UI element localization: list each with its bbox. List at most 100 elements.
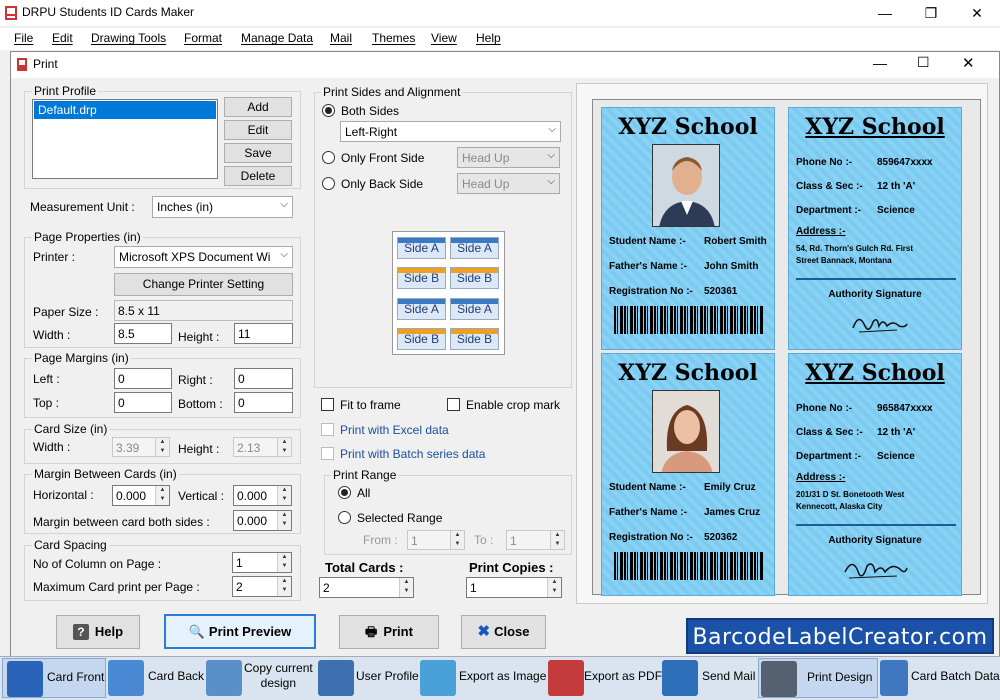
spinner-icon[interactable]: ▲ ▼ bbox=[277, 486, 291, 505]
width-label: Width : bbox=[33, 328, 71, 342]
close-button[interactable]: ✖ Close bbox=[461, 615, 546, 649]
address-line-2: Street Bannack, Montana bbox=[796, 256, 892, 265]
to-field: 1 ▲ ▼ bbox=[506, 530, 565, 550]
front-side-radio[interactable] bbox=[322, 151, 335, 164]
excel-data-checkbox[interactable] bbox=[321, 423, 334, 436]
print-design-button[interactable]: Print Design bbox=[758, 658, 878, 698]
printer-select[interactable]: Microsoft XPS Document Wi ⌵ bbox=[114, 246, 293, 268]
card-back-button[interactable]: Card Back bbox=[108, 658, 204, 698]
phone-value: 859647xxxx bbox=[877, 157, 933, 168]
dialog-close-icon[interactable]: ✕ bbox=[962, 54, 975, 72]
export-image-button[interactable]: Export as Image bbox=[420, 658, 546, 698]
print-preview-button[interactable]: 🔍 Print Preview bbox=[164, 614, 316, 649]
menu-help[interactable]: Help bbox=[476, 31, 501, 45]
total-cards-field[interactable]: 2 ▲ ▼ bbox=[319, 577, 414, 598]
both-sides-margin-label: Margin between card both sides : bbox=[33, 515, 210, 529]
fit-to-frame-checkbox[interactable] bbox=[321, 398, 334, 411]
spinner-icon[interactable]: ▲ ▼ bbox=[399, 578, 413, 597]
right-margin-field[interactable]: 0 bbox=[234, 368, 293, 389]
menu-themes[interactable]: Themes bbox=[372, 31, 415, 45]
export-pdf-label: Export as PDF bbox=[584, 669, 663, 683]
range-selected-radio[interactable] bbox=[338, 511, 351, 524]
phone-value: 965847xxxx bbox=[877, 403, 933, 414]
batch-data-checkbox[interactable] bbox=[321, 447, 334, 460]
horizontal-margin-field[interactable]: 0.000 ▲ ▼ bbox=[112, 485, 170, 506]
max-cards-field[interactable]: 2 ▲ ▼ bbox=[232, 576, 292, 597]
maximize-icon[interactable]: ❐ bbox=[908, 0, 954, 26]
menu-drawing-tools[interactable]: Drawing Tools bbox=[91, 31, 166, 45]
menu-mail[interactable]: Mail bbox=[330, 31, 352, 45]
profile-list[interactable]: Default.drp bbox=[32, 99, 218, 179]
profile-list-item[interactable]: Default.drp bbox=[34, 101, 216, 119]
pdf-icon bbox=[548, 660, 584, 696]
both-sides-label: Both Sides bbox=[341, 104, 400, 118]
class-value: 12 th 'A' bbox=[877, 427, 916, 438]
export-pdf-button[interactable]: Export as PDF bbox=[548, 658, 662, 698]
left-margin-field[interactable]: 0 bbox=[114, 368, 172, 389]
measurement-unit-select[interactable]: Inches (in) ⌵ bbox=[152, 196, 293, 218]
chevron-down-icon: ⌵ bbox=[280, 199, 288, 210]
card-front-button[interactable]: Card Front bbox=[2, 658, 106, 698]
card-front-label: Card Front bbox=[47, 670, 105, 684]
app-window: DRPU Students ID Cards Maker — ❐ ✕ File … bbox=[0, 0, 1000, 700]
left-margin-label: Left : bbox=[33, 372, 60, 386]
card-size-label: Card Size (in) bbox=[32, 422, 110, 436]
menu-manage-data[interactable]: Manage Data bbox=[241, 31, 313, 45]
page-margins-label: Page Margins (in) bbox=[32, 351, 131, 365]
chevron-down-icon: ⌵ bbox=[547, 150, 555, 161]
spinner-icon[interactable]: ▲ ▼ bbox=[547, 578, 561, 597]
print-button[interactable]: 🖶 Print bbox=[339, 615, 439, 649]
card-batch-button[interactable]: Card Batch Data bbox=[880, 658, 1000, 698]
print-copies-label: Print Copies : bbox=[469, 560, 554, 575]
spinner-icon[interactable]: ▲ ▼ bbox=[277, 553, 291, 572]
change-printer-button[interactable]: Change Printer Setting bbox=[114, 273, 293, 296]
spinner-icon[interactable]: ▲ ▼ bbox=[155, 486, 169, 505]
columns-field[interactable]: 1 ▲ ▼ bbox=[232, 552, 292, 573]
bottom-margin-label: Bottom : bbox=[178, 397, 223, 411]
printer-icon: 🖶 bbox=[365, 624, 378, 639]
menu-format[interactable]: Format bbox=[184, 31, 222, 45]
save-profile-button[interactable]: Save bbox=[224, 143, 292, 163]
user-profile-button[interactable]: User Profile bbox=[318, 658, 419, 698]
vertical-margin-field[interactable]: 0.000 ▲ ▼ bbox=[233, 485, 292, 506]
range-all-radio[interactable] bbox=[338, 486, 351, 499]
school-name: XYZ School bbox=[618, 114, 758, 140]
front-orientation-value: Head Up bbox=[462, 151, 510, 165]
total-cards-label: Total Cards : bbox=[325, 560, 404, 575]
dialog-minimize-icon[interactable]: — bbox=[873, 55, 887, 71]
minimize-icon[interactable]: — bbox=[862, 0, 908, 26]
top-margin-field[interactable]: 0 bbox=[114, 392, 172, 413]
add-profile-button[interactable]: Add bbox=[224, 97, 292, 117]
spinner-icon[interactable]: ▲ ▼ bbox=[277, 511, 291, 530]
crop-mark-checkbox[interactable] bbox=[447, 398, 460, 411]
page-width-field[interactable]: 8.5 bbox=[114, 323, 172, 344]
bottom-margin-field[interactable]: 0 bbox=[234, 392, 293, 413]
delete-profile-button[interactable]: Delete bbox=[224, 166, 292, 186]
spinner-icon: ▲ ▼ bbox=[450, 531, 464, 549]
page-height-field[interactable]: 11 bbox=[234, 323, 293, 344]
chevron-down-icon: ⌵ bbox=[547, 176, 555, 187]
edit-profile-button[interactable]: Edit bbox=[224, 120, 292, 140]
department-value: Science bbox=[877, 205, 915, 216]
alignment-select[interactable]: Left-Right ⌵ bbox=[340, 121, 561, 142]
send-mail-button[interactable]: Send Mail bbox=[662, 658, 756, 698]
id-card-back: XYZ School Phone No :- 859647xxxx Class … bbox=[788, 107, 962, 350]
menu-file[interactable]: File bbox=[14, 31, 33, 45]
back-orientation-value: Head Up bbox=[462, 177, 510, 191]
menu-view[interactable]: View bbox=[431, 31, 457, 45]
copy-design-button[interactable]: Copy current design bbox=[206, 658, 316, 698]
spinner-icon[interactable]: ▲ ▼ bbox=[277, 577, 291, 596]
father-name-label: Father's Name :- bbox=[609, 507, 687, 518]
menu-edit[interactable]: Edit bbox=[52, 31, 73, 45]
both-sides-radio[interactable] bbox=[322, 104, 335, 117]
student-photo bbox=[652, 144, 720, 227]
help-button[interactable]: ? Help bbox=[56, 615, 140, 649]
both-sides-margin-value: 0.000 bbox=[237, 514, 268, 528]
back-side-radio[interactable] bbox=[322, 177, 335, 190]
both-sides-margin-field[interactable]: 0.000 ▲ ▼ bbox=[233, 510, 292, 531]
measurement-unit-label: Measurement Unit : bbox=[30, 200, 135, 214]
close-icon[interactable]: ✕ bbox=[954, 0, 1000, 26]
dialog-maximize-icon[interactable]: ☐ bbox=[917, 54, 930, 71]
print-copies-field[interactable]: 1 ▲ ▼ bbox=[466, 577, 562, 598]
printer-label: Printer : bbox=[33, 250, 76, 264]
